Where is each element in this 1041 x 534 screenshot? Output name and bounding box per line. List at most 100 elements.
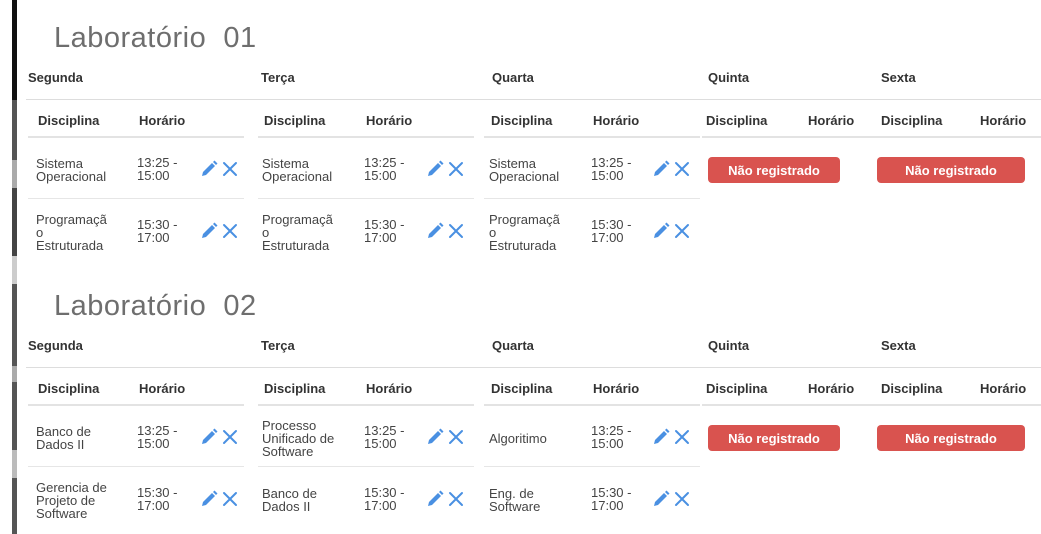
- schedule-time: 15:00: [364, 168, 397, 183]
- pencil-icon[interactable]: [426, 160, 444, 178]
- column-header-divider: [484, 136, 700, 138]
- close-icon[interactable]: [673, 428, 691, 446]
- pencil-icon[interactable]: [200, 490, 218, 508]
- schedule-discipline: Operacional: [262, 169, 333, 184]
- close-icon[interactable]: [447, 490, 465, 508]
- schedule-time: 15:00: [591, 168, 624, 183]
- day-name-terca: Terça: [261, 70, 295, 85]
- lab-section: Laboratório 01 Segunda Terça Quarta Quinta Se…: [26, 22, 1041, 262]
- status-badge-sexta: Não registrado: [877, 157, 1025, 183]
- column-header-disciplina: Disciplina: [881, 113, 943, 128]
- schedule-discipline: Operacional: [489, 169, 560, 184]
- schedule-discipline: Programaçã: [262, 211, 333, 227]
- pencil-icon[interactable]: [200, 428, 218, 446]
- day-name-sexta: Sexta: [881, 338, 916, 353]
- pencil-icon[interactable]: [426, 490, 444, 508]
- schedule-time: 17:00: [591, 498, 624, 513]
- schedule-time: 15:00: [591, 436, 624, 451]
- column-header-divider: [702, 136, 876, 138]
- pencil-icon[interactable]: [426, 428, 444, 446]
- close-icon[interactable]: [673, 222, 691, 240]
- schedule-discipline: o: [489, 224, 497, 240]
- close-icon[interactable]: [221, 160, 239, 178]
- day-name-sexta: Sexta: [881, 70, 916, 85]
- day-name-quarta: Quarta: [492, 338, 534, 353]
- day-header-divider: [26, 99, 1041, 100]
- schedule-time: 15:00: [364, 436, 397, 451]
- schedule-discipline: Estruturada: [262, 237, 330, 253]
- schedule-discipline: Dados II: [36, 437, 85, 452]
- schedule-discipline: Operacional: [36, 169, 107, 184]
- pencil-icon[interactable]: [652, 160, 670, 178]
- column-header-disciplina: Disciplina: [38, 381, 100, 396]
- page-edge-bar: [12, 478, 17, 534]
- column-header-horario: Horário: [808, 381, 855, 396]
- schedule-discipline: Estruturada: [489, 237, 557, 253]
- close-icon[interactable]: [447, 160, 465, 178]
- schedule-discipline: Dados II: [262, 499, 311, 514]
- column-header-horario: Horário: [808, 113, 855, 128]
- pencil-icon[interactable]: [652, 222, 670, 240]
- page-edge-bar: [12, 382, 17, 450]
- column-header-disciplina: Disciplina: [264, 381, 326, 396]
- schedule-discipline: o: [36, 224, 44, 240]
- pencil-icon[interactable]: [652, 428, 670, 446]
- status-badge-quinta: Não registrado: [708, 157, 840, 183]
- schedule-time: 15:00: [137, 168, 170, 183]
- column-header-disciplina: Disciplina: [38, 113, 100, 128]
- pencil-icon[interactable]: [426, 222, 444, 240]
- page-edge-bar: [12, 450, 17, 478]
- page-edge-bar: [12, 366, 17, 382]
- pencil-icon[interactable]: [200, 222, 218, 240]
- schedule-discipline: Projeto de: [36, 492, 96, 508]
- close-icon[interactable]: [221, 428, 239, 446]
- row-divider: [258, 466, 474, 467]
- page-edge-bar: [12, 256, 17, 284]
- schedule-time: 15:00: [137, 436, 170, 451]
- close-icon[interactable]: [221, 490, 239, 508]
- column-header-divider: [28, 404, 244, 406]
- schedule-discipline: Processo: [262, 417, 317, 433]
- close-icon[interactable]: [447, 222, 465, 240]
- column-header-disciplina: Disciplina: [264, 113, 326, 128]
- day-header-divider: [26, 367, 1041, 368]
- schedule-time: 17:00: [137, 230, 170, 245]
- day-name-quinta: Quinta: [708, 338, 750, 353]
- schedule-discipline: Programaçã: [36, 211, 107, 227]
- row-divider: [258, 198, 474, 199]
- close-icon[interactable]: [673, 490, 691, 508]
- row-divider: [28, 198, 244, 199]
- row-divider: [484, 466, 700, 467]
- day-name-quinta: Quinta: [708, 70, 750, 85]
- page-edge-bar: [12, 100, 17, 160]
- schedule-discipline: o: [262, 224, 270, 240]
- column-header-divider: [258, 404, 474, 406]
- schedule-time: 17:00: [591, 230, 624, 245]
- page-edge-bar: [12, 0, 17, 100]
- status-badge-quinta: Não registrado: [708, 425, 840, 451]
- column-header-divider: [258, 136, 474, 138]
- schedule-discipline: Programaçã: [489, 211, 560, 227]
- pencil-icon[interactable]: [652, 490, 670, 508]
- column-header-horario: Horário: [593, 113, 640, 128]
- schedule-discipline: Gerencia de: [36, 479, 107, 495]
- lab-section: Laboratório 02 Segunda Terça Quarta Quinta Se…: [26, 290, 1041, 530]
- close-icon[interactable]: [447, 428, 465, 446]
- column-header-horario: Horário: [139, 113, 186, 128]
- schedule-discipline: Software: [262, 443, 314, 459]
- close-icon[interactable]: [673, 160, 691, 178]
- column-header-disciplina: Disciplina: [881, 381, 943, 396]
- column-header-divider: [484, 404, 700, 406]
- row-divider: [484, 198, 700, 199]
- close-icon[interactable]: [221, 222, 239, 240]
- page-edge-bar: [12, 160, 17, 188]
- column-header-divider: [876, 404, 1041, 406]
- column-header-divider: [28, 136, 244, 138]
- schedule-discipline: Unificado de: [262, 430, 335, 446]
- pencil-icon[interactable]: [200, 160, 218, 178]
- schedule-discipline: Estruturada: [36, 237, 104, 253]
- schedule-time: 17:00: [364, 498, 397, 513]
- schedule-discipline: Software: [489, 499, 541, 514]
- day-name-terca: Terça: [261, 338, 295, 353]
- column-header-horario: Horário: [980, 381, 1027, 396]
